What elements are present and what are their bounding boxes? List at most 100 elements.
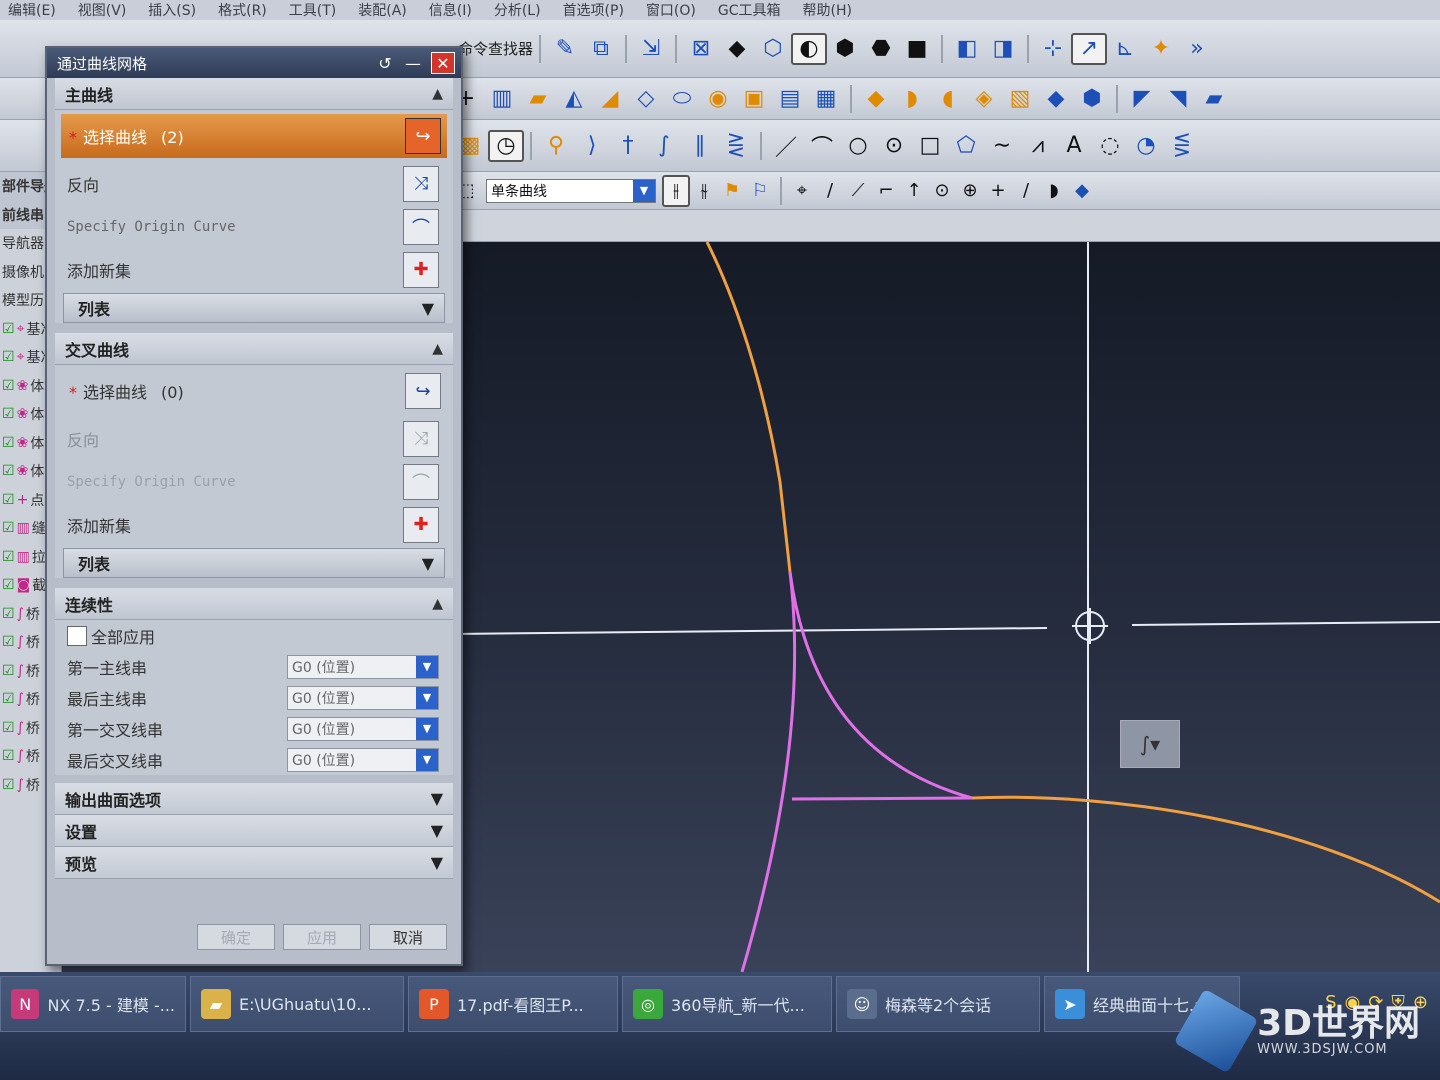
snap-point-icon[interactable]: + (984, 175, 1012, 207)
circle-icon[interactable]: ○ (840, 130, 876, 162)
polygon-icon[interactable]: ⬠ (948, 130, 984, 162)
close-icon[interactable]: ✕ (431, 52, 455, 74)
curve-rule-select[interactable]: 单条曲线 ▼ (486, 178, 656, 203)
feature-curves-icon[interactable]: ⚑ (718, 175, 746, 207)
more-icon[interactable]: » (1179, 33, 1215, 65)
key-icon[interactable]: ⚲ (538, 130, 574, 162)
path-icon[interactable]: ⚐ (746, 175, 774, 207)
snap-on-curve-icon[interactable]: / (1012, 175, 1040, 207)
menu-gc-toolkit[interactable]: GC工具箱 (718, 0, 781, 20)
render-style-icon[interactable]: ◐ (791, 32, 828, 65)
boss-icon[interactable]: ▣ (736, 83, 772, 115)
split-body-icon[interactable]: ▧ (1002, 83, 1038, 115)
check-icon[interactable]: ☑ (2, 777, 15, 793)
taskbar-item-folder[interactable]: ▰ E:\UGhuatu\10... (190, 976, 404, 1032)
trim-curve-icon[interactable]: ⟩ (574, 130, 610, 162)
snap-face-icon[interactable]: ◗ (1040, 175, 1068, 207)
ok-button[interactable]: 确定 (197, 924, 275, 950)
check-icon[interactable]: ☑ (2, 435, 15, 451)
shade-icon[interactable]: ◆ (719, 33, 755, 65)
menu-edit[interactable]: 编辑(E) (8, 0, 56, 20)
check-icon[interactable]: ☑ (2, 549, 15, 565)
wireframe-icon[interactable]: ⬡ (755, 33, 791, 65)
check-icon[interactable]: ☑ (2, 748, 15, 764)
continuity-select[interactable]: G0 (位置) ▼ (287, 685, 439, 710)
offset-face-icon[interactable]: ◌ (1092, 130, 1128, 162)
add-set-icon[interactable]: ✚ (403, 251, 439, 288)
analysis-icon[interactable]: ✦ (1143, 33, 1179, 65)
check-icon[interactable]: ☑ (2, 720, 15, 736)
snap-intersect-icon[interactable]: ↑ (900, 175, 928, 207)
check-icon[interactable]: ☑ (2, 634, 15, 650)
select-cross-curve[interactable]: * 选择曲线 (0) ↪ (61, 369, 447, 413)
pick-curve-icon[interactable]: ↪ (405, 373, 441, 409)
extrude-icon[interactable]: ▰ (520, 83, 556, 115)
datum-icon[interactable]: ▥ (484, 83, 520, 115)
continuity-select[interactable]: G0 (位置) ▼ (287, 716, 439, 741)
text-icon[interactable]: A (1056, 130, 1092, 162)
section-view-icon[interactable]: ◨ (985, 33, 1021, 65)
taskbar-item-chat[interactable]: ☺ 梅森等2个会话 (836, 976, 1040, 1032)
surface-b-icon[interactable]: ◥ (1160, 83, 1196, 115)
settings-header[interactable]: 设置 ▼ (55, 815, 453, 847)
check-icon[interactable]: ☑ (2, 406, 15, 422)
offset-curve-icon[interactable]: ∥ (682, 130, 718, 162)
taskbar-item-browser[interactable]: ◎ 360导航_新一代... (622, 976, 832, 1032)
follow-fillet-icon[interactable]: ⫳ (690, 175, 718, 207)
primary-list-toggle[interactable]: 列表 ▼ (63, 293, 445, 323)
stop-at-intersection-icon[interactable]: ⫲ (662, 174, 690, 207)
wcs-icon[interactable]: ⊹ (1035, 33, 1071, 65)
snap-mid-icon[interactable]: ⟋ (844, 175, 872, 207)
continuity-select[interactable]: G0 (位置) ▼ (287, 654, 439, 679)
menu-preferences[interactable]: 首选项(P) (563, 0, 624, 20)
edit-object-icon[interactable]: ✎ (547, 33, 583, 65)
menu-insert[interactable]: 插入(S) (148, 0, 196, 20)
cross-list-toggle[interactable]: 列表 ▼ (63, 548, 445, 578)
apply-all-checkbox[interactable] (67, 625, 87, 646)
divide-curve-icon[interactable]: † (610, 130, 646, 162)
wcs-orient-icon[interactable]: ↗ (1071, 32, 1108, 65)
continuity-select[interactable]: G0 (位置) ▼ (287, 747, 439, 772)
add-set-icon[interactable]: ✚ (403, 506, 439, 543)
snap-center-icon[interactable]: ⊙ (928, 175, 956, 207)
origin-curve-icon[interactable]: ⌒ (403, 208, 439, 245)
check-icon[interactable]: ☑ (2, 378, 15, 394)
menu-view[interactable]: 视图(V) (78, 0, 127, 20)
taskbar-item-nx[interactable]: N NX 7.5 - 建模 -... (0, 976, 186, 1032)
check-icon[interactable]: ☑ (2, 492, 15, 508)
chamfer-icon[interactable]: ⬭ (664, 83, 700, 115)
line-icon[interactable]: ／ (768, 130, 804, 162)
point-set-icon[interactable]: ⊙ (876, 130, 912, 162)
trim-body-icon[interactable]: ◈ (966, 83, 1002, 115)
taskbar-item-pdf[interactable]: P 17.pdf-看图王P... (408, 976, 618, 1032)
menu-format[interactable]: 格式(R) (218, 0, 267, 20)
isoparam-icon[interactable]: ◔ (1128, 130, 1164, 162)
menu-info[interactable]: 信息(I) (429, 0, 472, 20)
fit-view-icon[interactable]: ⊠ (683, 33, 719, 65)
reset-icon[interactable]: ↺ (373, 52, 397, 74)
select-primary-curve[interactable]: * 选择曲线 (2) ↪ (61, 114, 447, 158)
check-icon[interactable]: ☑ (2, 577, 15, 593)
pad-icon[interactable]: ▦ (808, 83, 844, 115)
check-icon[interactable]: ☑ (2, 321, 15, 337)
shaded-edges-icon[interactable]: ⬢ (827, 33, 863, 65)
pocket-icon[interactable]: ▤ (772, 83, 808, 115)
check-icon[interactable]: ☑ (2, 691, 15, 707)
snap-body-icon[interactable]: ◆ (1068, 175, 1096, 207)
surface-c-icon[interactable]: ▰ (1196, 83, 1232, 115)
clock-icon[interactable]: ◷ (488, 129, 524, 162)
hole-icon[interactable]: ◉ (700, 83, 736, 115)
arc-icon[interactable]: ⌒ (804, 130, 840, 162)
shaded-icon[interactable]: ⬣ (863, 33, 899, 65)
snap-end-icon[interactable]: / (816, 175, 844, 207)
snap-all-icon[interactable]: ⌖ (788, 175, 816, 207)
subtract-icon[interactable]: ◗ (894, 83, 930, 115)
menu-window[interactable]: 窗口(O) (646, 0, 696, 20)
menu-assembly[interactable]: 装配(A) (358, 0, 407, 20)
apply-button[interactable]: 应用 (283, 924, 361, 950)
section-header[interactable]: 连续性 ▲ (55, 588, 453, 620)
view-orient-icon[interactable]: ◧ (949, 33, 985, 65)
rectangle-icon[interactable]: □ (912, 130, 948, 162)
unite-icon[interactable]: ◆ (858, 83, 894, 115)
output-options-header[interactable]: 输出曲面选项 ▼ (55, 783, 453, 815)
